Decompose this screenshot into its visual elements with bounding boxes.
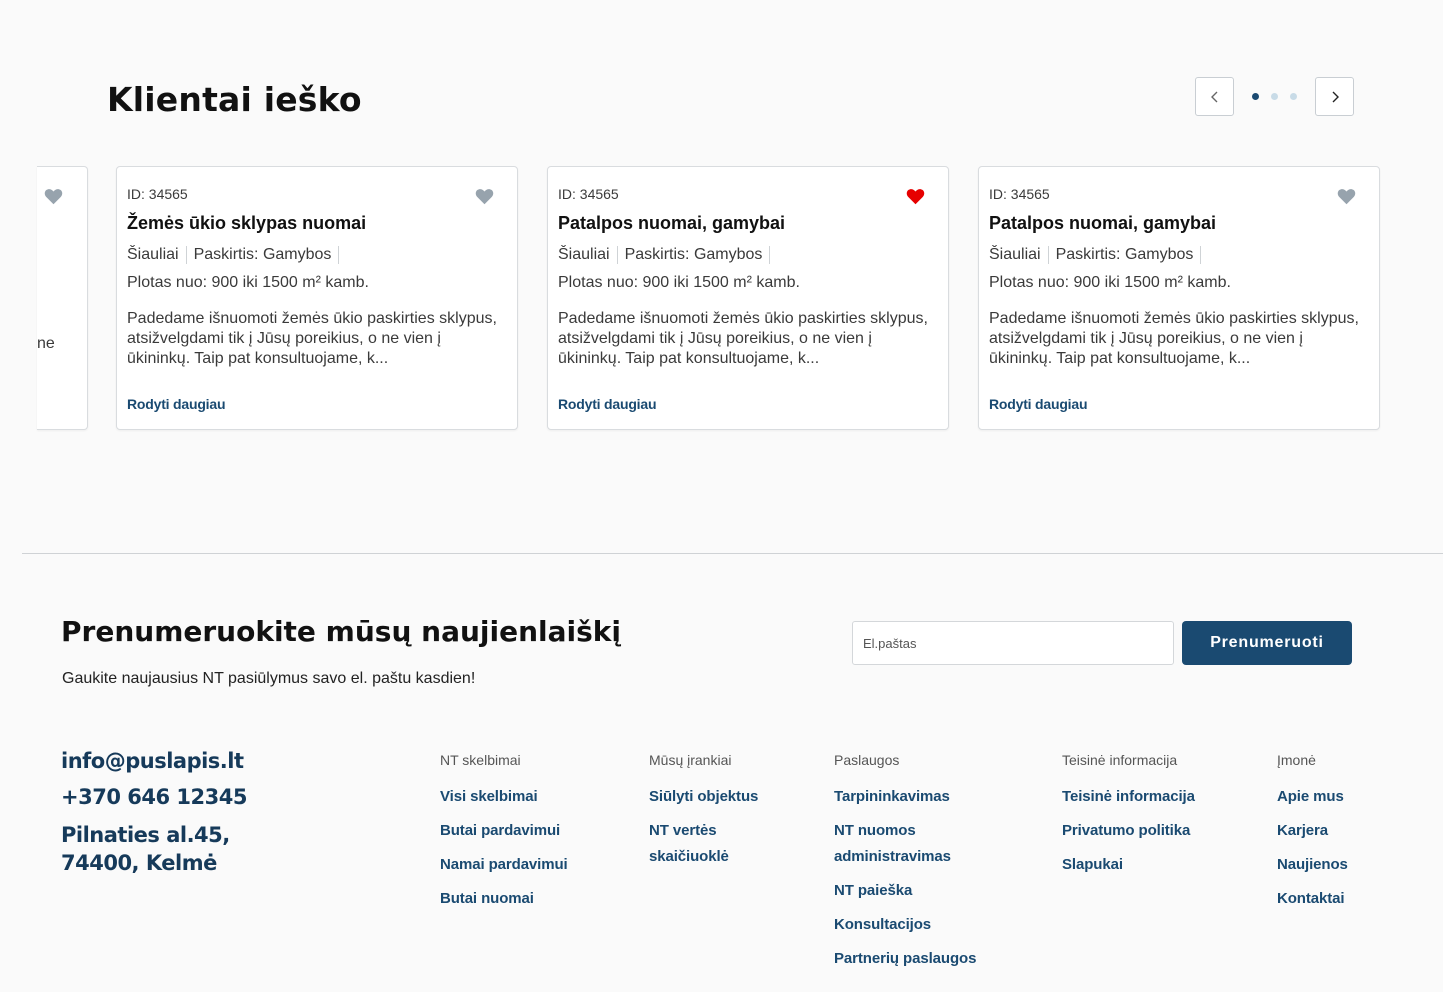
contact-address: Pilnaties al.45, 74400, Kelmė	[61, 821, 247, 877]
listing-card[interactable]: ID: 34565 Patalpos nuomai, gamybai Šiaul…	[978, 166, 1380, 430]
carousel-next-button[interactable]	[1315, 77, 1354, 116]
card-area: Plotas nuo: 900 iki 1500 m² kamb.	[558, 274, 800, 291]
footer-link[interactable]: Namai pardavimui	[440, 852, 568, 878]
footer-column-heading: Mūsų įrankiai	[649, 752, 732, 768]
footer-link[interactable]: Butai nuomai	[440, 886, 568, 912]
email-field[interactable]	[852, 621, 1174, 665]
card-meta: Šiauliai Paskirtis: Gamybos	[127, 246, 507, 264]
chevron-left-icon	[1210, 91, 1217, 102]
footer-link[interactable]: Konsultacijos	[834, 912, 984, 938]
footer-link[interactable]: Partnerių paslaugos	[834, 946, 984, 972]
newsletter-subtitle: Gaukite naujausius NT pasiūlymus savo el…	[62, 670, 476, 687]
contact-block: info@puslapis.lt +370 646 12345 Pilnatie…	[61, 749, 247, 877]
footer-link[interactable]: Apie mus	[1277, 784, 1348, 810]
address-line: Pilnaties al.45,	[61, 823, 230, 847]
footer-column-imone: Įmonė Apie mus Karjera Naujienos Kontakt…	[1277, 752, 1348, 920]
heart-icon[interactable]	[44, 188, 63, 205]
newsletter-title: Prenumeruokite mūsų naujienlaiškį	[61, 615, 621, 648]
card-meta: Šiauliai Paskirtis: Gamybos	[989, 246, 1369, 264]
footer-link[interactable]: Slapukai	[1062, 852, 1195, 878]
address-line: 74400, Kelmė	[61, 851, 217, 875]
card-description: Padedame išnuomoti žemės ūkio paskirties…	[127, 310, 497, 367]
footer-link[interactable]: Teisinė informacija	[1062, 784, 1195, 810]
show-more-link[interactable]: Rodyti daugiau	[127, 396, 226, 412]
subscribe-button[interactable]: Prenumeruoti	[1182, 621, 1352, 665]
card-purpose: Paskirtis: Gamybos	[1055, 246, 1194, 263]
footer-column-heading: Teisinė informacija	[1062, 752, 1178, 768]
card-city: Šiauliai	[558, 246, 610, 263]
footer-column-heading: Paslaugos	[834, 752, 900, 768]
carousel-dot-2[interactable]	[1271, 93, 1278, 100]
show-more-link[interactable]: Rodyti daugiau	[989, 396, 1088, 412]
meta-divider	[1200, 246, 1202, 264]
card-desc-fragment: ne	[37, 335, 55, 352]
card-city: Šiauliai	[989, 246, 1041, 263]
footer-link[interactable]: NT paieška	[834, 878, 984, 904]
heart-icon[interactable]	[1337, 188, 1356, 205]
footer-column-paslaugos: Paslaugos Tarpininkavimas NT nuomos admi…	[834, 752, 984, 980]
contact-phone-link[interactable]: +370 646 12345	[61, 785, 247, 809]
carousel-dots	[1252, 93, 1297, 100]
card-purpose: Paskirtis: Gamybos	[624, 246, 763, 263]
card-area: Plotas nuo: 900 iki 1500 m² kamb.	[127, 274, 369, 291]
card-id: ID: 34565	[127, 186, 188, 202]
section-divider	[22, 553, 1443, 554]
footer-column-teisine: Teisinė informacija Teisinė informacija …	[1062, 752, 1195, 886]
footer-link[interactable]: Karjera	[1277, 818, 1348, 844]
footer-link[interactable]: Butai pardavimui	[440, 818, 568, 844]
card-description: Padedame išnuomoti žemės ūkio paskirties…	[558, 310, 928, 367]
footer-link[interactable]: NT vertės skaičiuoklė	[649, 818, 759, 870]
card-area: Plotas nuo: 900 iki 1500 m² kamb.	[989, 274, 1231, 291]
carousel-dot-3[interactable]	[1290, 93, 1297, 100]
carousel-prev-button[interactable]	[1195, 77, 1234, 116]
listing-card[interactable]: ID: 34565 Patalpos nuomai, gamybai Šiaul…	[547, 166, 949, 430]
card-id: ID: 34565	[989, 186, 1050, 202]
listing-card[interactable]: ID: 34565 Žemės ūkio sklypas nuomai Šiau…	[116, 166, 518, 430]
carousel-controls	[1195, 77, 1354, 116]
card-id: ID: 34565	[558, 186, 619, 202]
footer-column-heading: Įmonė	[1277, 752, 1316, 768]
meta-divider	[1047, 246, 1049, 264]
carousel-dot-1[interactable]	[1252, 93, 1259, 100]
card-title: Patalpos nuomai, gamybai	[989, 213, 1217, 233]
meta-divider	[769, 246, 771, 264]
meta-divider	[616, 246, 618, 264]
section-title: Klientai ieško	[107, 80, 362, 119]
footer-column-heading: NT skelbimai	[440, 752, 521, 768]
card-title: Patalpos nuomai, gamybai	[558, 213, 786, 233]
card-description: Padedame išnuomoti žemės ūkio paskirties…	[989, 310, 1359, 367]
meta-divider	[185, 246, 187, 264]
footer-link[interactable]: Privatumo politika	[1062, 818, 1195, 844]
heart-icon[interactable]	[475, 188, 494, 205]
contact-email-link[interactable]: info@puslapis.lt	[61, 749, 247, 773]
footer-link[interactable]: Siūlyti objektus	[649, 784, 759, 810]
card-meta: Šiauliai Paskirtis: Gamybos	[558, 246, 938, 264]
footer-link[interactable]: Naujienos	[1277, 852, 1348, 878]
meta-divider	[338, 246, 340, 264]
footer-column-irankiai: Mūsų įrankiai Siūlyti objektus NT vertės…	[649, 752, 759, 878]
card-city: Šiauliai	[127, 246, 179, 263]
footer-link[interactable]: Visi skelbimai	[440, 784, 568, 810]
chevron-right-icon	[1332, 91, 1339, 102]
show-more-link[interactable]: Rodyti daugiau	[558, 396, 657, 412]
card-title: Žemės ūkio sklypas nuomai	[127, 213, 367, 233]
footer-link[interactable]: Tarpininkavimas	[834, 784, 984, 810]
footer-column-nt-skelbimai: NT skelbimai Visi skelbimai Butai pardav…	[440, 752, 568, 920]
listing-card-partial[interactable]: ne	[37, 166, 88, 430]
card-purpose: Paskirtis: Gamybos	[193, 246, 332, 263]
footer-link[interactable]: Kontaktai	[1277, 886, 1348, 912]
footer-link[interactable]: NT nuomos administravimas	[834, 818, 984, 870]
heart-icon[interactable]	[906, 188, 925, 205]
